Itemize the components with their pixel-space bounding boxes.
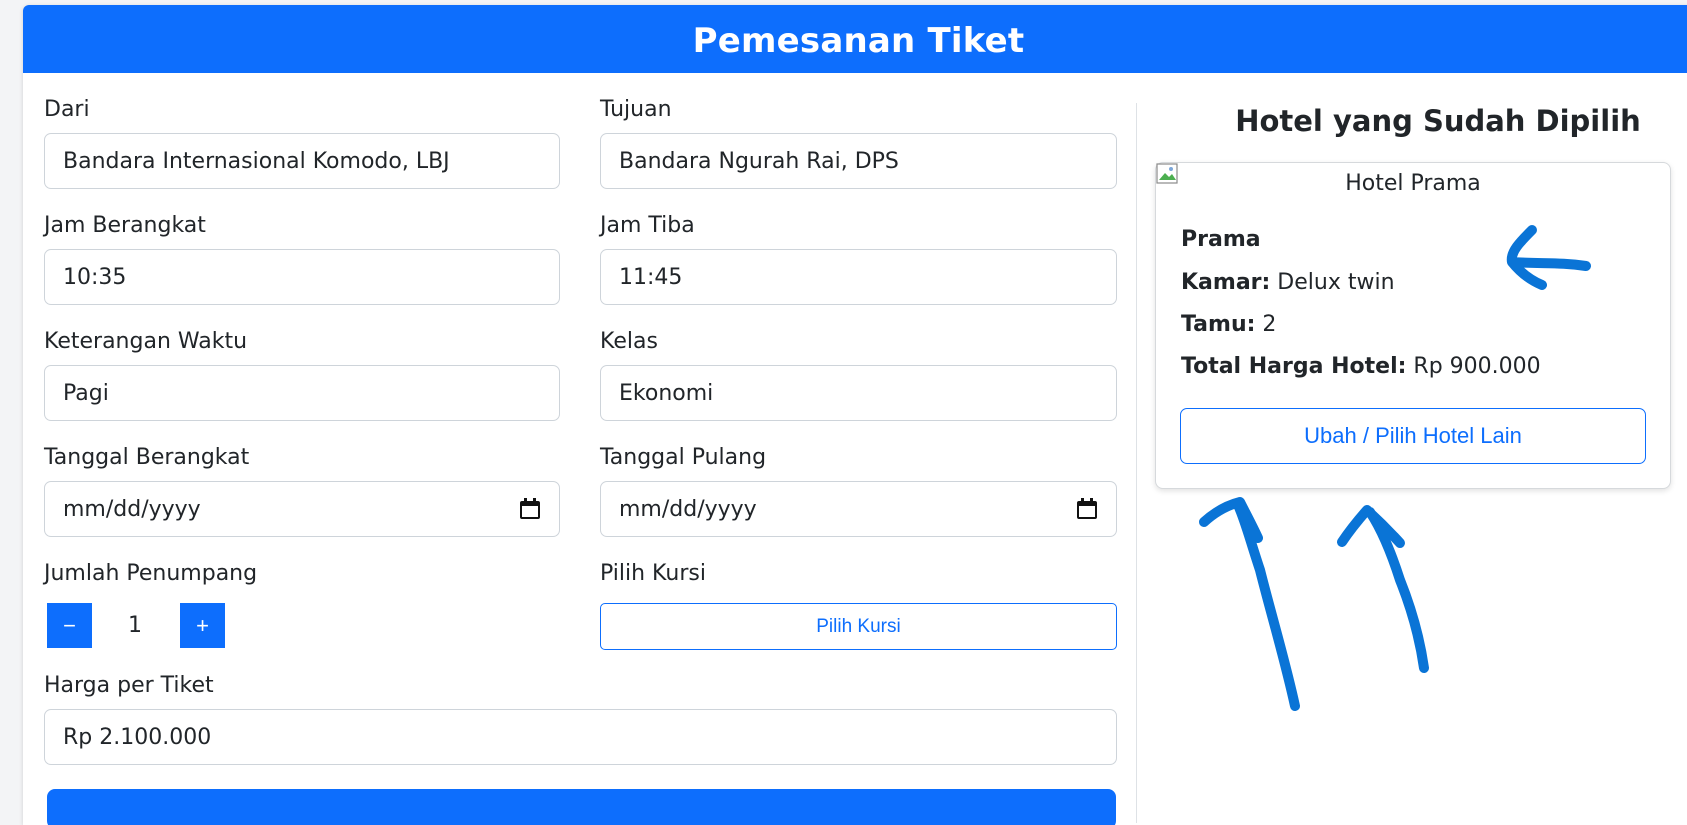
page-title: Pemesanan Tiket [692, 21, 1025, 61]
hotel-total: Total Harga Hotel: Rp 900.000 [1181, 354, 1541, 379]
harga-per-tiket-value: Rp 2.100.000 [63, 724, 212, 750]
harga-per-tiket-label: Harga per Tiket [44, 673, 214, 698]
total-value: Rp 900.000 [1406, 354, 1541, 379]
tujuan-label: Tujuan [600, 97, 672, 122]
column-divider [1136, 103, 1137, 823]
kelas-input[interactable]: Ekonomi [600, 365, 1117, 421]
selected-hotel-card: Hotel Prama Prama Kamar: Delux twin Tamu… [1155, 162, 1671, 489]
tanggal-pulang-placeholder: mm/dd/yyyy [619, 496, 757, 522]
dari-input[interactable]: Bandara Internasional Komodo, LBJ [44, 133, 560, 189]
card-header: Pemesanan Tiket [23, 5, 1687, 73]
jam-berangkat-label: Jam Berangkat [44, 213, 206, 238]
keterangan-waktu-label: Keterangan Waktu [44, 329, 248, 354]
hotel-room: Kamar: Delux twin [1181, 270, 1395, 295]
tanggal-pulang-input[interactable]: mm/dd/yyyy [600, 481, 1117, 537]
keterangan-waktu-value: Pagi [63, 380, 109, 406]
jam-berangkat-value: 10:35 [63, 264, 127, 290]
change-hotel-button[interactable]: Ubah / Pilih Hotel Lain [1180, 408, 1646, 464]
keterangan-waktu-input[interactable]: Pagi [44, 365, 560, 421]
jam-tiba-input[interactable]: 11:45 [600, 249, 1117, 305]
jam-tiba-value: 11:45 [619, 264, 683, 290]
kamar-value: Delux twin [1270, 270, 1395, 295]
kamar-label: Kamar: [1181, 270, 1271, 295]
jam-tiba-label: Jam Tiba [600, 213, 695, 238]
tamu-value: 2 [1255, 312, 1277, 337]
jam-berangkat-input[interactable]: 10:35 [44, 249, 560, 305]
passenger-count: 1 [128, 613, 142, 638]
hotel-section-title: Hotel yang Sudah Dipilih [1235, 104, 1641, 138]
tanggal-pulang-label: Tanggal Pulang [600, 445, 767, 470]
calendar-icon[interactable] [519, 498, 541, 520]
pilih-kursi-label: Pilih Kursi [600, 561, 706, 586]
tanggal-berangkat-placeholder: mm/dd/yyyy [63, 496, 201, 522]
dari-label: Dari [44, 97, 90, 122]
kelas-value: Ekonomi [619, 380, 714, 406]
harga-per-tiket-input[interactable]: Rp 2.100.000 [44, 709, 1117, 765]
tujuan-input[interactable]: Bandara Ngurah Rai, DPS [600, 133, 1117, 189]
pilih-kursi-button[interactable]: Pilih Kursi [600, 603, 1117, 650]
increment-button[interactable]: + [180, 603, 225, 648]
submit-button[interactable] [47, 789, 1116, 825]
jumlah-penumpang-label: Jumlah Penumpang [44, 561, 258, 586]
tanggal-berangkat-input[interactable]: mm/dd/yyyy [44, 481, 560, 537]
tanggal-berangkat-label: Tanggal Berangkat [44, 445, 250, 470]
decrement-button[interactable]: − [47, 603, 92, 648]
booking-card: Pemesanan Tiket Dari Bandara Internasion… [23, 5, 1687, 825]
calendar-icon[interactable] [1076, 498, 1098, 520]
tujuan-value: Bandara Ngurah Rai, DPS [619, 148, 899, 174]
kelas-label: Kelas [600, 329, 658, 354]
dari-value: Bandara Internasional Komodo, LBJ [63, 148, 450, 174]
hotel-guests: Tamu: 2 [1181, 312, 1276, 337]
total-label: Total Harga Hotel: [1181, 354, 1407, 379]
tamu-label: Tamu: [1181, 312, 1256, 337]
hotel-name: Prama [1181, 227, 1261, 252]
hotel-image-alt: Hotel Prama [1345, 171, 1481, 196]
